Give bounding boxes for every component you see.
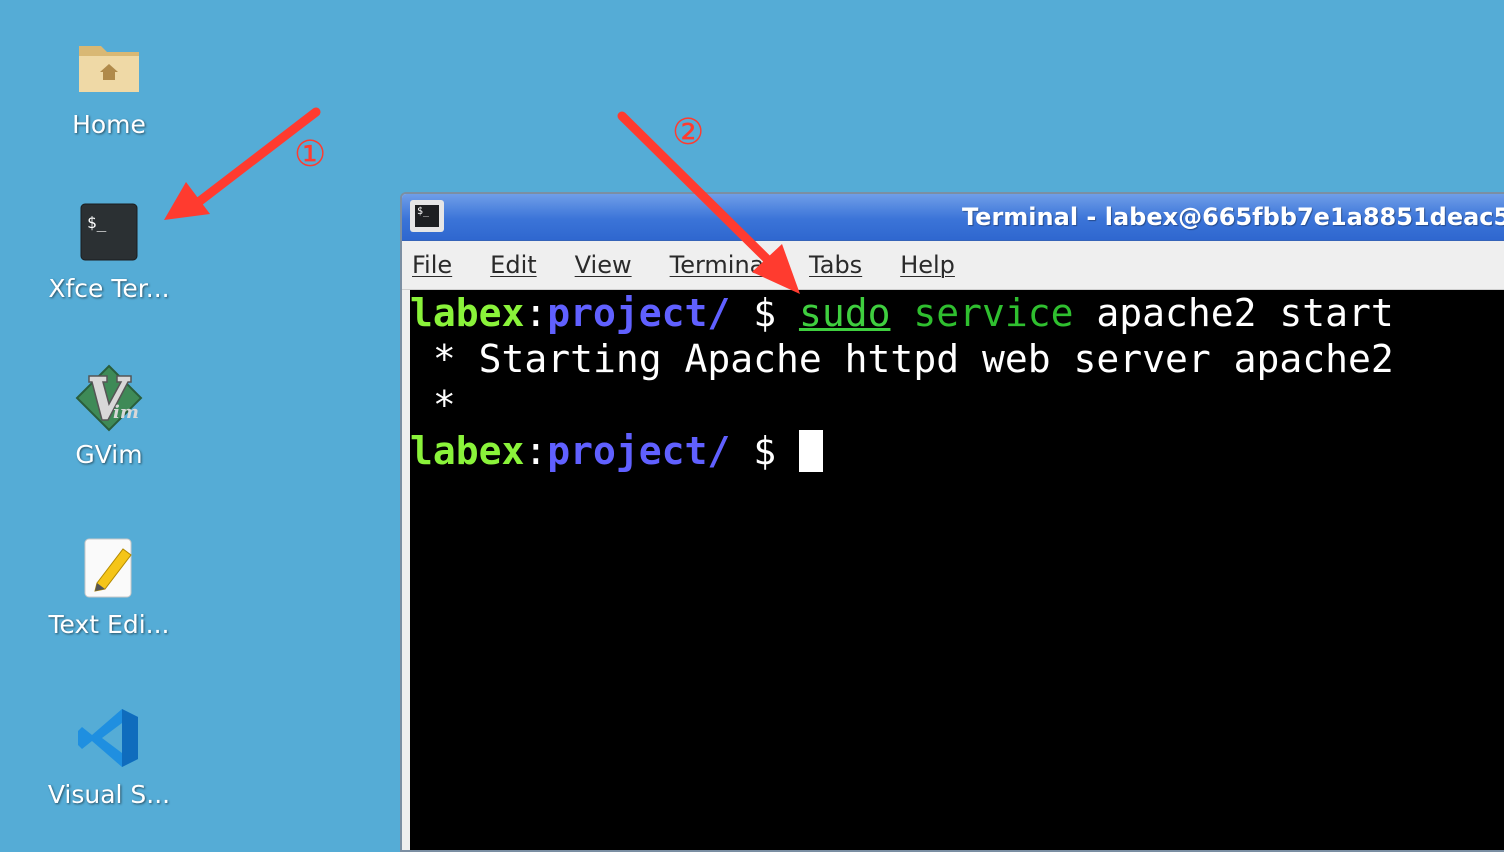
desktop-icon-label: Xfce Ter... <box>48 274 170 303</box>
command-word: sudo <box>798 291 891 335</box>
menu-view[interactable]: View <box>575 251 632 279</box>
menu-tabs[interactable]: Tabs <box>809 251 862 279</box>
gvim-icon: im <box>73 362 145 434</box>
current-prompt-line: labex:project/ $ <box>410 428 1504 474</box>
prompt-separator: : <box>524 291 548 335</box>
terminal-window[interactable]: $_ Terminal - labex@665fbb7e1a8851deac5 … <box>400 192 1504 852</box>
menu-terminal[interactable]: Terminal <box>670 251 771 279</box>
desktop-icon-terminal[interactable]: $_ Xfce Ter... <box>34 196 184 303</box>
command-arg: service <box>913 291 1074 335</box>
prompt-symbol: $ <box>730 429 799 473</box>
desktop-icon-text-editor[interactable]: Text Edi... <box>34 532 184 639</box>
desktop-icon-home[interactable]: Home <box>34 32 184 139</box>
terminal-output[interactable]: labex:project/ $ sudo service apache2 st… <box>410 290 1504 850</box>
menu-help[interactable]: Help <box>900 251 955 279</box>
menu-bar: File Edit View Terminal Tabs Help <box>402 241 1504 290</box>
window-titlebar[interactable]: $_ Terminal - labex@665fbb7e1a8851deac5 <box>402 194 1504 241</box>
terminal-app-icon: $_ <box>410 200 444 232</box>
prompt-path: project/ <box>547 291 731 335</box>
prompt-separator: : <box>524 429 548 473</box>
output-line: * <box>410 383 456 427</box>
terminal-cursor <box>798 430 823 472</box>
command-rest: apache2 start <box>1073 291 1394 335</box>
annotation-step1-number: ① <box>294 134 327 175</box>
prompt-user: labex <box>410 291 525 335</box>
command-line: labex:project/ $ sudo service apache2 st… <box>410 290 1504 336</box>
desktop-icon-label: GVim <box>75 440 143 469</box>
text-editor-icon <box>73 532 145 604</box>
prompt-user: labex <box>410 429 525 473</box>
prompt-symbol: $ <box>730 291 799 335</box>
desktop-icon-label: Text Edi... <box>48 610 170 639</box>
svg-text:im: im <box>113 402 139 423</box>
output-line: * Starting Apache httpd web server apach… <box>410 337 1394 381</box>
menu-file[interactable]: File <box>412 251 452 279</box>
desktop-icon-label: Home <box>72 110 146 139</box>
prompt-path: project/ <box>547 429 731 473</box>
window-title: Terminal - labex@665fbb7e1a8851deac5 <box>962 203 1504 231</box>
terminal-icon: $_ <box>73 196 145 268</box>
home-folder-icon <box>73 32 145 104</box>
desktop-icon-label: Visual S... <box>47 780 171 809</box>
desktop-icon-gvim[interactable]: im GVim <box>34 362 184 469</box>
desktop-icon-vscode[interactable]: Visual S... <box>34 702 184 809</box>
menu-edit[interactable]: Edit <box>490 251 536 279</box>
annotation-step2-number: ② <box>672 112 705 153</box>
svg-text:$_: $_ <box>87 213 107 232</box>
vscode-icon <box>73 702 145 774</box>
